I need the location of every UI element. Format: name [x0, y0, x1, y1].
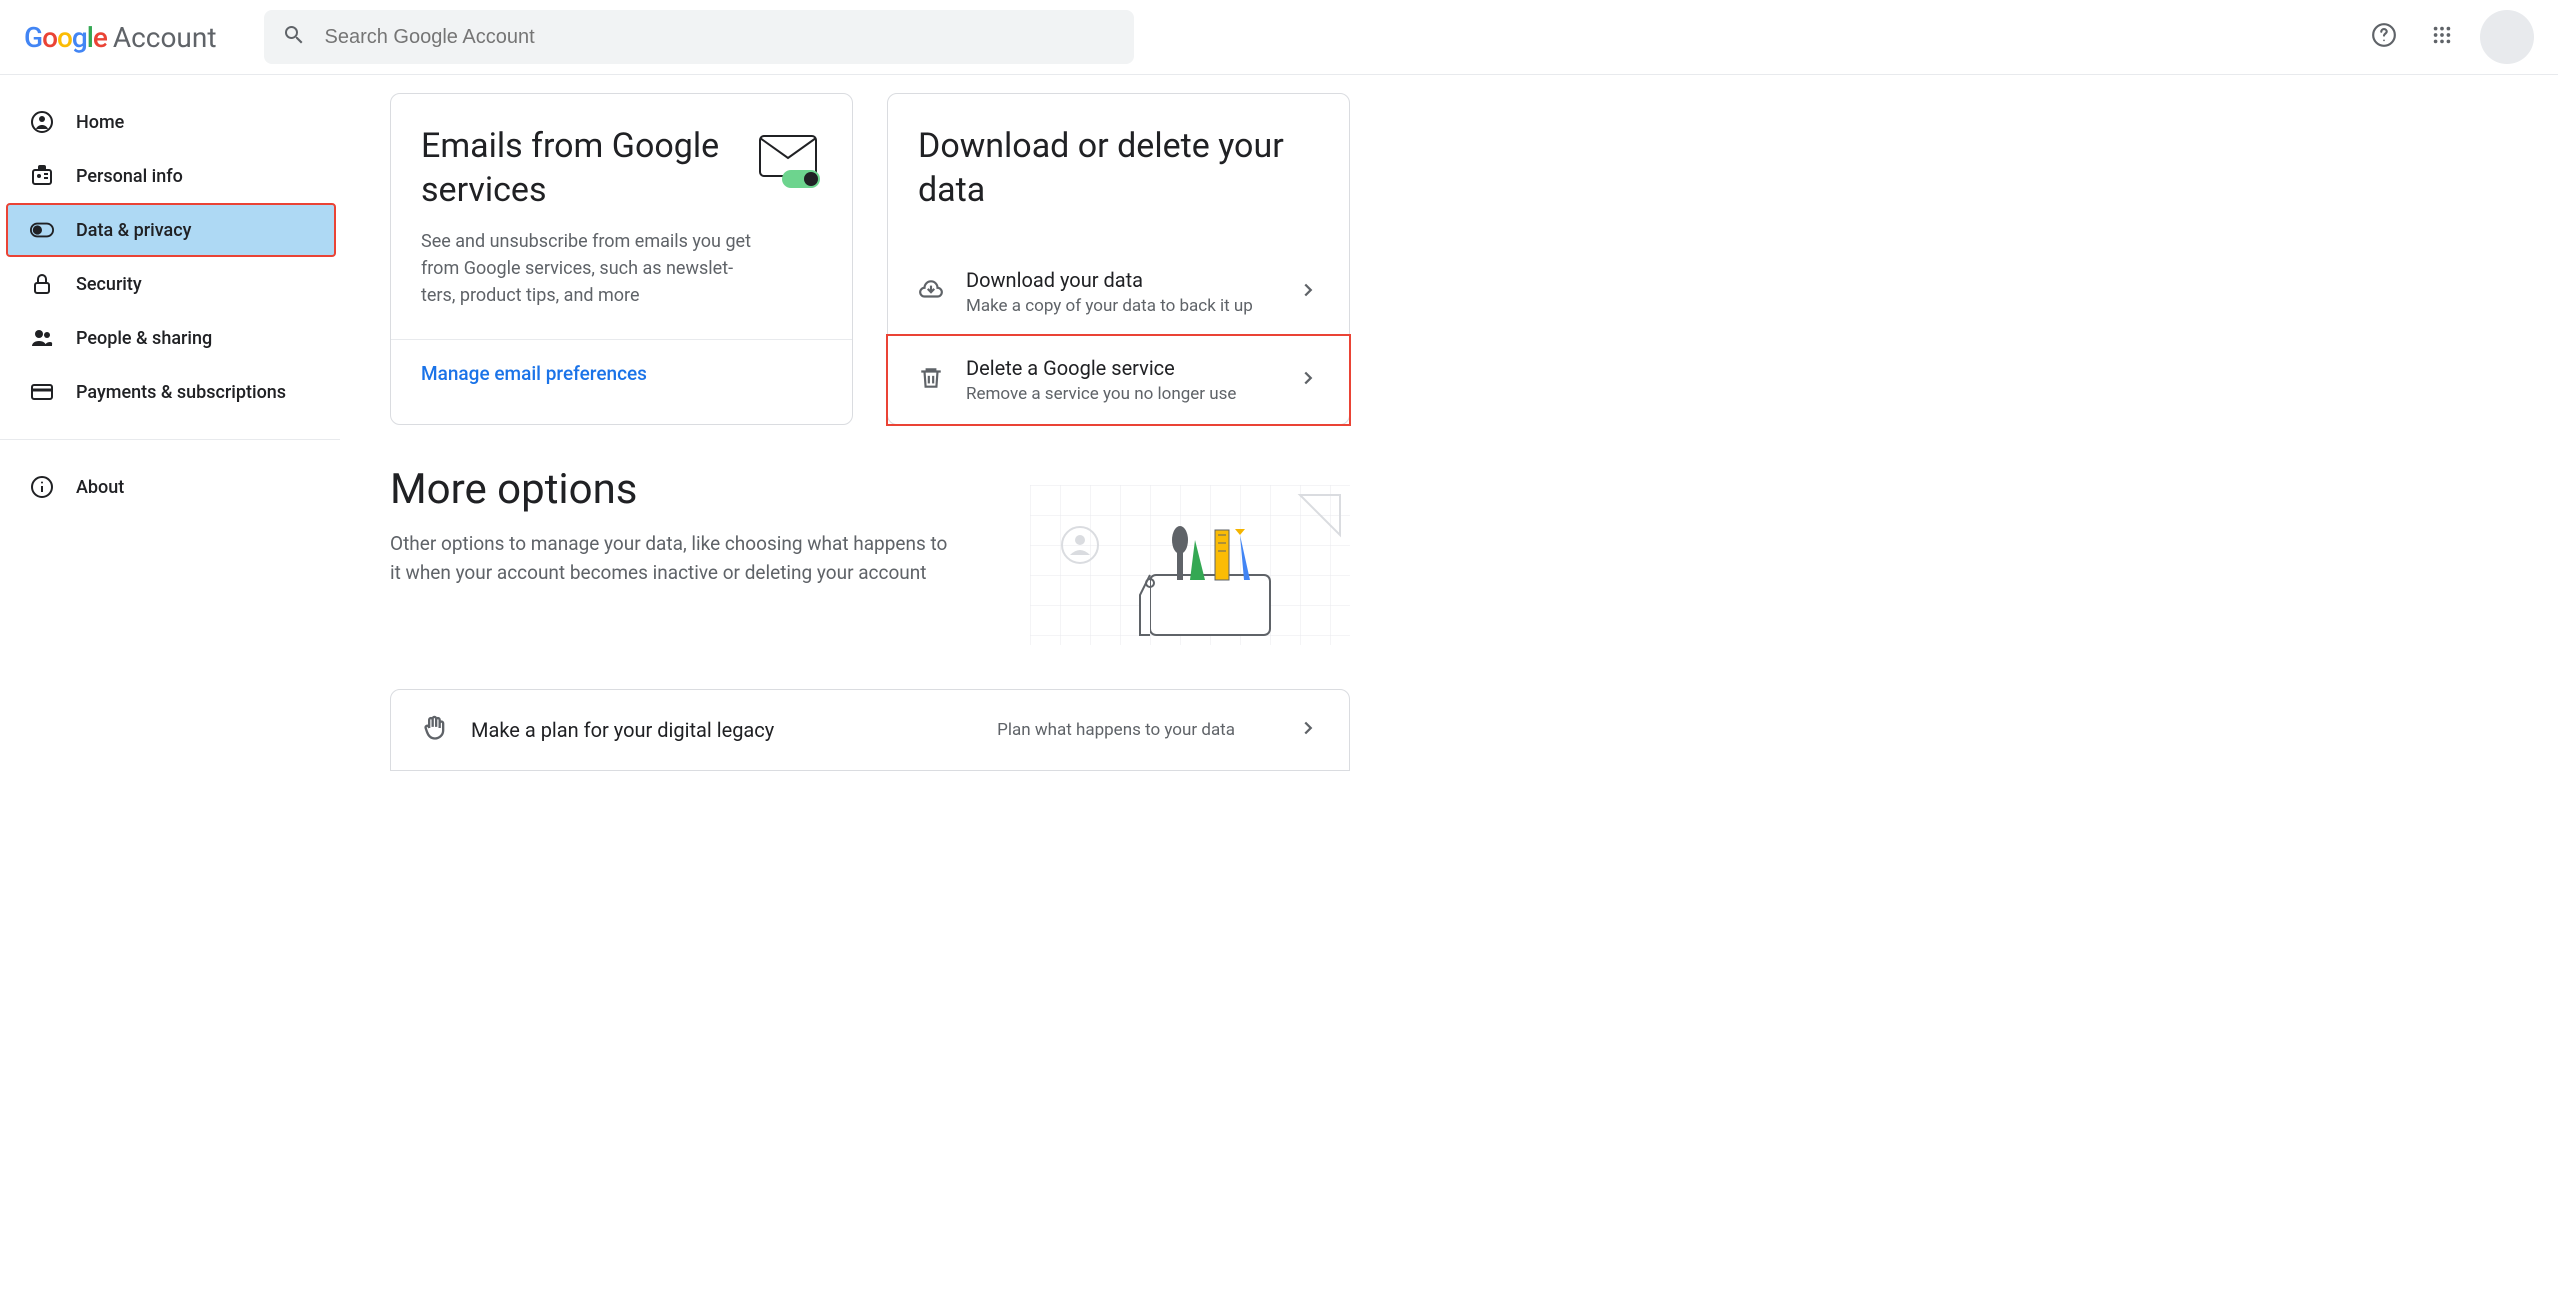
digital-legacy-desc: Plan what happens to your data [997, 720, 1235, 740]
home-icon [30, 110, 54, 134]
delete-google-service-row[interactable]: Delete a Google service Remove a service… [886, 334, 1351, 426]
option-sub: Make a copy of your data to back it up [966, 296, 1275, 316]
sidebar-item-label: About [76, 477, 124, 498]
sidebar-item-label: Security [76, 274, 142, 295]
apps-button[interactable] [2422, 17, 2462, 57]
sidebar-divider [0, 439, 340, 440]
people-icon [30, 326, 54, 350]
sidebar-item-personal-info[interactable]: Personal info [0, 149, 340, 203]
header: Google Account [0, 0, 2558, 75]
sidebar-item-security[interactable]: Security [0, 257, 340, 311]
option-title: Download your data [966, 268, 1275, 292]
sidebar-item-payments[interactable]: Payments & subscriptions [0, 365, 340, 419]
sidebar: Home Personal info Data & privacy Securi… [0, 75, 340, 789]
cloud-download-icon [918, 277, 944, 307]
download-delete-card: Download or delete your data Download yo… [887, 93, 1350, 425]
toggle-icon [30, 218, 54, 242]
hand-icon [421, 714, 449, 746]
option-title: Delete a Google service [966, 356, 1275, 380]
manage-email-preferences-link[interactable]: Manage email preferences [421, 362, 647, 385]
search-icon [282, 23, 306, 51]
sidebar-item-label: Data & privacy [76, 220, 191, 241]
digital-legacy-title: Make a plan for your digital legacy [471, 718, 774, 742]
digital-legacy-row[interactable]: Make a plan for your digital legacy Plan… [390, 689, 1350, 771]
account-label: Account [113, 21, 217, 54]
help-button[interactable] [2364, 17, 2404, 57]
id-card-icon [30, 164, 54, 188]
chevron-right-icon [1297, 367, 1319, 393]
download-your-data-row[interactable]: Download your data Make a copy of your d… [918, 248, 1319, 336]
google-logo-text: Google [24, 21, 107, 54]
sidebar-item-label: People & sharing [76, 328, 212, 349]
option-sub: Remove a service you no longer use [966, 384, 1275, 404]
help-icon [2371, 22, 2397, 52]
info-icon [30, 475, 54, 499]
apps-grid-icon [2431, 24, 2453, 50]
sidebar-item-label: Personal info [76, 166, 183, 187]
trash-icon [918, 365, 944, 395]
sidebar-item-people-sharing[interactable]: People & sharing [0, 311, 340, 365]
email-toggle-icon [758, 134, 822, 192]
search-input[interactable] [324, 26, 1116, 49]
sidebar-item-data-privacy[interactable]: Data & privacy [6, 203, 336, 257]
chevron-right-icon [1297, 717, 1319, 743]
avatar[interactable] [2480, 10, 2534, 64]
emails-card: Emails from Google services See and unsu… [390, 93, 853, 425]
emails-card-desc: See and unsubscribe from emails you get … [421, 228, 751, 309]
chevron-right-icon [1297, 279, 1319, 305]
search-box[interactable] [264, 10, 1134, 64]
more-options-desc: Other options to manage your data, like … [390, 530, 950, 587]
download-delete-title: Download or delete your data [918, 124, 1319, 212]
more-options-heading: More options [390, 465, 990, 514]
card-icon [30, 380, 54, 404]
sidebar-item-label: Home [76, 112, 124, 133]
lock-icon [30, 272, 54, 296]
sidebar-item-label: Payments & subscriptions [76, 382, 286, 403]
sidebar-item-home[interactable]: Home [0, 95, 340, 149]
google-account-logo[interactable]: Google Account [24, 21, 216, 54]
sidebar-item-about[interactable]: About [0, 460, 340, 514]
toolbox-illustration [1030, 485, 1350, 649]
main-content: Emails from Google services See and unsu… [340, 75, 1400, 789]
